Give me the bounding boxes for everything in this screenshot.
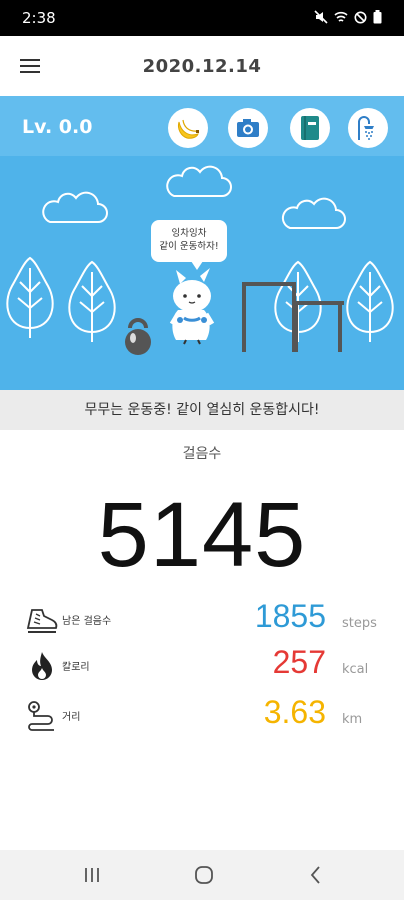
back-icon [310,866,320,884]
status-time: 2:38 [22,9,56,27]
home-icon [195,866,213,884]
distance-row: 거리 3.63 km [0,694,404,738]
status-icons [314,10,382,24]
character-scene: Lv. 0.0 잉차잉차 같이 운동하자! [0,96,404,390]
route-icon [28,701,54,731]
battery-icon [373,10,382,24]
cloud-icon [42,165,346,229]
remaining-steps-row: 남은 걸음수 1855 steps [0,598,404,642]
stat-value: 1855 [254,598,326,634]
pullup-bar-icon [242,282,344,352]
steps-label: 걸음수 [182,446,222,462]
stat-label: 칼로리 [62,662,90,673]
date-title: 2020.12.14 [142,56,262,77]
status-message: 무무는 운동중! 같이 열심히 운동합시다! [0,390,404,430]
speech-bubble: 잉차잉차 같이 운동하자! [151,220,227,270]
steps-count: 5145 [97,484,307,586]
wifi-icon [334,11,348,22]
mute-icon [314,10,328,24]
shoe-icon [26,609,58,633]
stat-label: 거리 [62,712,81,723]
system-nav-bar [0,850,404,900]
calorie-row: 칼로리 257 kcal [0,644,404,688]
stat-unit: steps [342,616,377,631]
home-button[interactable] [190,862,218,888]
stat-unit: kcal [342,662,369,677]
kettlebell-icon [125,318,151,355]
recent-apps-button[interactable] [78,862,106,888]
dnd-icon [354,11,367,23]
recent-apps-icon [85,868,99,882]
stat-value: 257 [272,644,326,680]
speech-line-2: 같이 운동하자! [159,241,219,252]
stat-value: 3.63 [263,694,326,730]
back-button[interactable] [302,862,330,888]
app-bar: 2020.12.14 [0,36,404,96]
flame-icon [32,652,52,680]
status-bar: 2:38 [0,0,404,36]
stat-label: 남은 걸음수 [62,616,112,627]
stat-unit: km [342,712,363,727]
speech-line-1: 잉차잉차 [171,228,207,239]
mumu-character-icon [169,268,215,345]
